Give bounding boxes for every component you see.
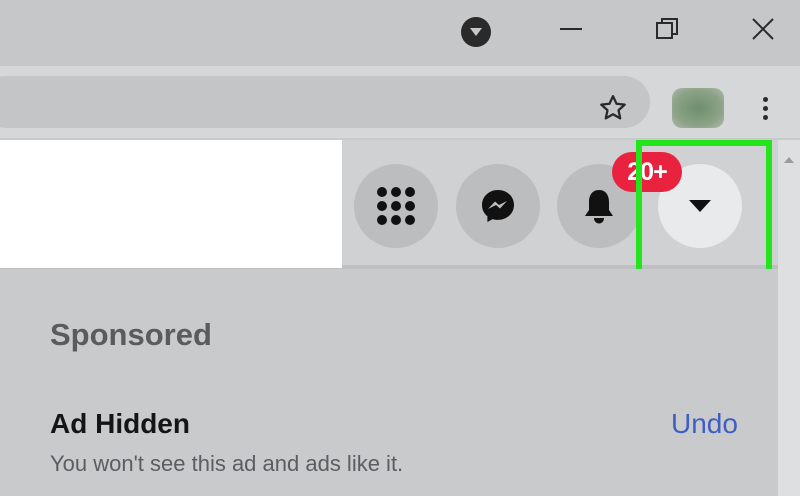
address-bar[interactable] (0, 76, 650, 128)
ad-hidden-title: Ad Hidden (50, 408, 190, 439)
menu-button[interactable] (354, 164, 438, 248)
grid-dots-icon (377, 187, 415, 225)
header-blank-area (0, 140, 342, 268)
kebab-menu-icon[interactable] (752, 88, 778, 128)
notifications-badge: 20+ (612, 152, 682, 192)
close-icon[interactable] (745, 14, 781, 44)
scrollbar[interactable] (778, 140, 800, 496)
avatar[interactable] (672, 88, 724, 128)
undo-button[interactable]: Undo (671, 408, 738, 440)
minimize-icon[interactable] (553, 14, 589, 44)
ad-hidden-subtitle: You won't see this ad and ads like it. (50, 451, 404, 476)
tab-search-icon[interactable] (461, 17, 491, 47)
caret-down-icon (689, 200, 711, 212)
scroll-up-icon[interactable] (778, 152, 800, 168)
section-title: Sponsored (50, 317, 212, 352)
star-icon[interactable] (592, 87, 634, 129)
browser-toolbar (0, 66, 800, 138)
browser-title-bar (0, 0, 800, 66)
messenger-button[interactable] (456, 164, 540, 248)
restore-icon[interactable] (649, 14, 685, 44)
bell-icon (585, 190, 613, 224)
messenger-icon (482, 190, 514, 222)
